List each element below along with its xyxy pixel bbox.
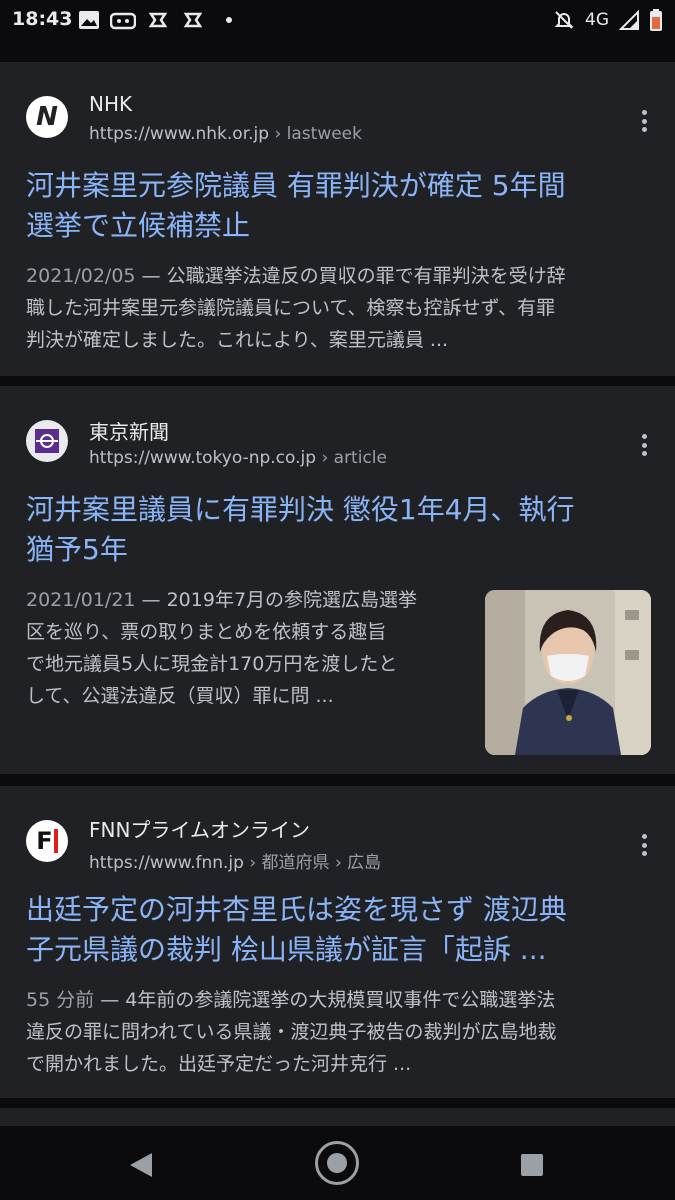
search-result-card: N NHK https://www.nhk.or.jp › lastweek 河…	[0, 62, 675, 376]
result-snippet: 55 分前 — 4年前の参議院選挙の大規模買収事件で公職選挙法 違反の罪に問われ…	[26, 989, 557, 1075]
nhk-favicon-icon: N	[26, 96, 68, 138]
site-url[interactable]: https://www.nhk.or.jp › lastweek	[89, 124, 362, 144]
search-result-card: F FNNプライムオンライン https://www.fnn.jp › 都道府県…	[0, 786, 675, 1098]
dot-icon	[226, 17, 232, 23]
more-options-icon[interactable]	[639, 430, 649, 460]
result-title-link[interactable]: 河井案里元参院議員 有罪判決が確定 5年間 選挙で立候補禁止	[26, 166, 566, 246]
fnn-favicon-icon: F	[26, 820, 68, 862]
notification-icon	[148, 12, 168, 28]
game-icon	[110, 12, 136, 30]
separator	[0, 1098, 675, 1108]
site-name[interactable]: NHK	[89, 92, 132, 116]
more-options-icon[interactable]	[639, 830, 649, 860]
search-result-card: 東京新聞 https://www.tokyo-np.co.jp › articl…	[0, 386, 675, 774]
result-thumbnail[interactable]	[485, 590, 651, 755]
result-snippet: 2021/02/05 — 公職選挙法違反の買収の罪で有罪判決を受け辞 職した河井…	[26, 265, 566, 351]
site-url[interactable]: https://www.fnn.jp › 都道府県 › 広島	[89, 848, 381, 873]
tokyo-np-favicon-icon	[26, 420, 68, 462]
site-name[interactable]: 東京新聞	[89, 416, 169, 445]
mute-alarm-icon	[554, 11, 574, 29]
navigation-bar	[0, 1126, 675, 1200]
home-icon[interactable]	[315, 1141, 359, 1185]
separator	[0, 376, 675, 386]
site-url[interactable]: https://www.tokyo-np.co.jp › article	[89, 448, 387, 468]
status-bar: 18:43 4G	[0, 0, 675, 40]
image-icon	[79, 11, 99, 29]
back-icon[interactable]	[130, 1153, 152, 1177]
result-title-link[interactable]: 出廷予定の河井杏里氏は姿を現さず 渡辺典 子元県議の裁判 桧山県議が証言「起訴 …	[26, 890, 567, 970]
result-snippet: 2021/01/21 — 2019年7月の参院選広島選挙 区を巡り、票の取りまと…	[26, 589, 418, 707]
result-title-link[interactable]: 河井案里議員に有罪判決 懲役1年4月、執行 猶予5年	[26, 490, 575, 570]
site-name[interactable]: FNNプライムオンライン	[89, 814, 310, 843]
result-date: 2021/01/21	[26, 589, 136, 611]
separator	[0, 40, 675, 62]
network-type: 4G	[585, 10, 609, 30]
recent-apps-icon[interactable]	[521, 1154, 543, 1176]
search-result-card	[0, 1108, 675, 1126]
result-date: 55 分前	[26, 989, 95, 1011]
notification-icon	[183, 12, 203, 28]
result-date: 2021/02/05	[26, 265, 136, 287]
separator	[0, 774, 675, 786]
status-time: 18:43	[12, 8, 73, 30]
more-options-icon[interactable]	[639, 106, 649, 136]
signal-icon	[619, 10, 639, 30]
battery-icon	[650, 9, 662, 31]
